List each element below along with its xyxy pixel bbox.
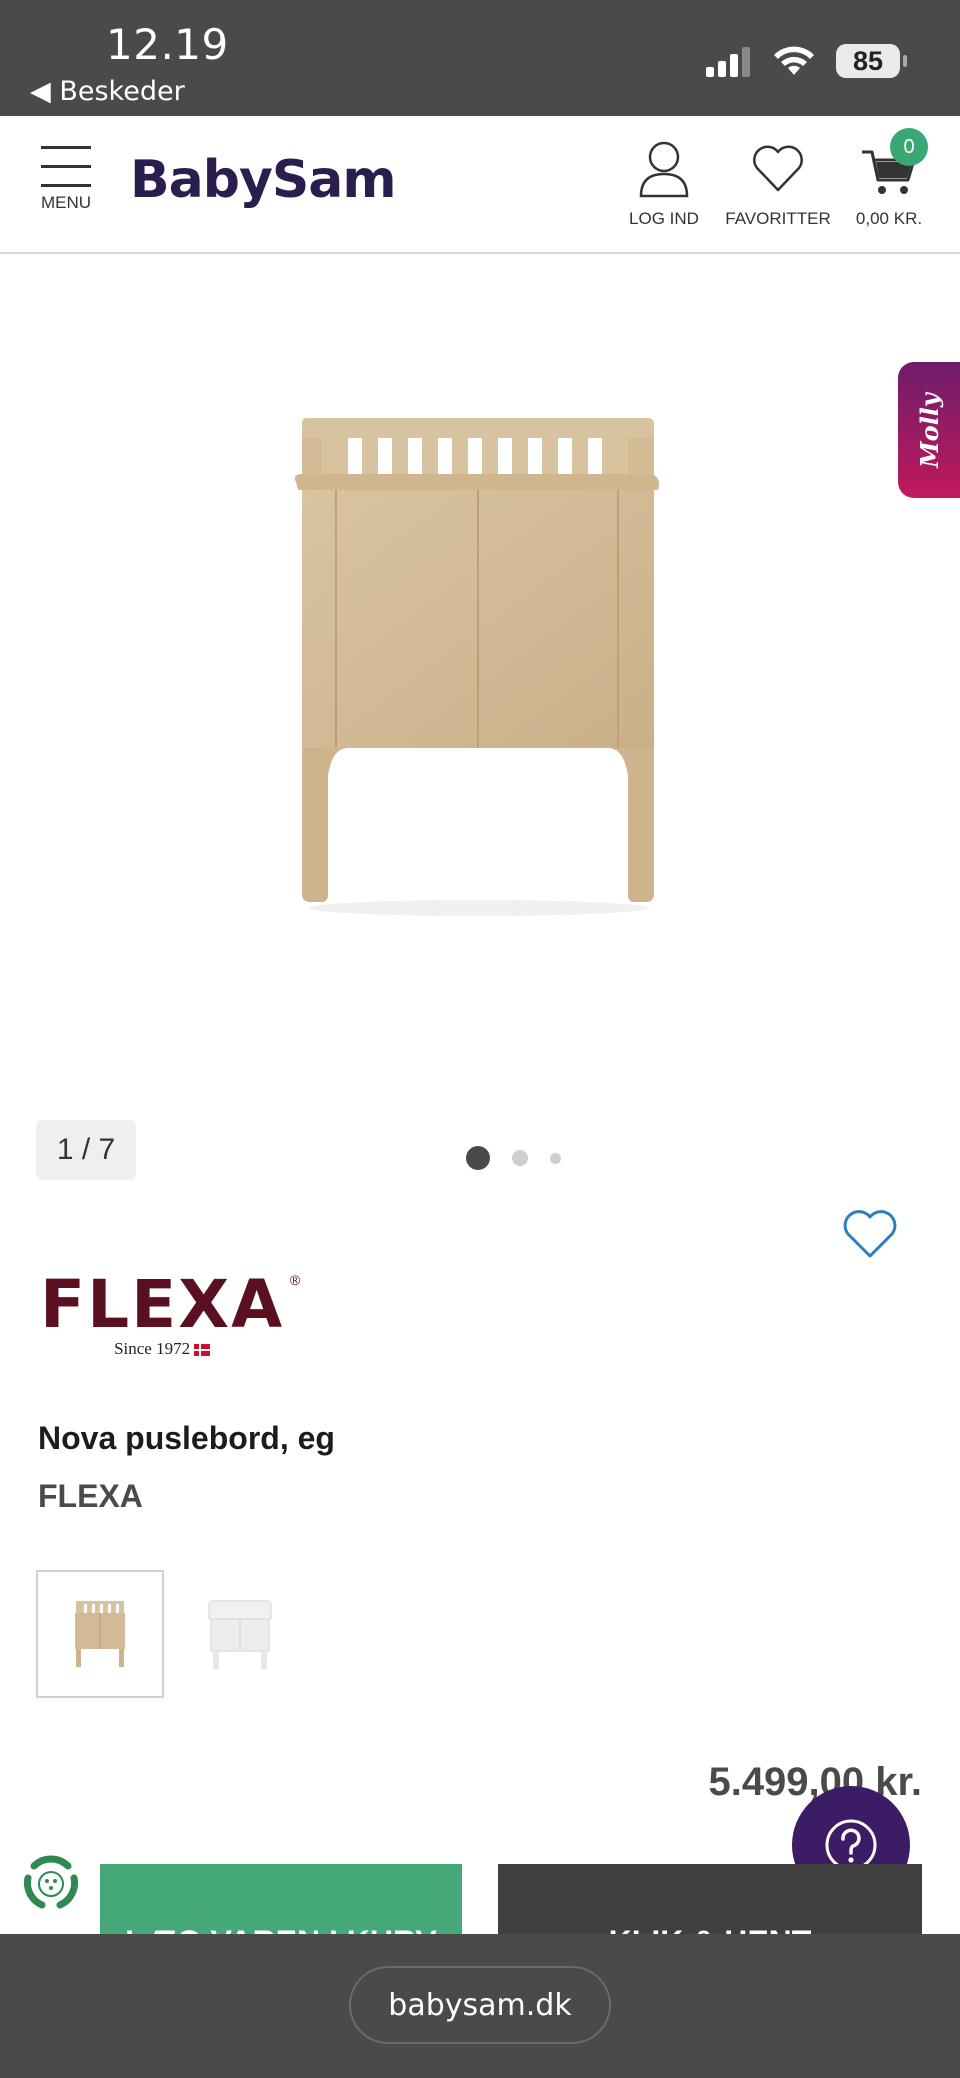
battery-icon: 85 (836, 44, 907, 78)
brand-logo[interactable]: FLEXA ® Since 1972 (40, 1266, 300, 1359)
gallery-dot-active[interactable] (466, 1146, 490, 1170)
cart-total: 0,00 KR. (855, 209, 923, 228)
babysam-logo[interactable]: BabySam (130, 150, 397, 210)
cart-button[interactable]: 0 0,00 KR. (852, 128, 928, 229)
gallery-dot[interactable] (550, 1152, 561, 1164)
gallery-dots[interactable] (466, 1146, 561, 1170)
login-button[interactable]: LOG IND (622, 140, 706, 229)
login-label: LOG IND (629, 209, 699, 228)
brand-logo-reg: ® (289, 1272, 301, 1288)
wifi-icon (774, 46, 814, 75)
danish-flag-icon (194, 1344, 211, 1357)
url-bar[interactable]: babysam.dk (349, 1966, 611, 2044)
brand-logo-word: FLEXA (40, 1266, 285, 1343)
cart-count-badge: 0 (890, 128, 928, 166)
browser-bottom-bar: babysam.dk (0, 1934, 960, 2078)
product-title: Nova puslebord, eg (38, 1420, 335, 1456)
menu-label: MENU (40, 193, 92, 212)
add-favorite-heart-icon[interactable] (842, 1208, 898, 1260)
oak-table-thumbnail-icon (75, 1601, 125, 1667)
favorites-label: FAVORITTER (725, 209, 831, 228)
recycle-badge-icon[interactable] (16, 1848, 86, 1918)
product-image[interactable] (288, 416, 668, 916)
status-bar: 12.19 ◀ Beskeder 85 (0, 0, 960, 116)
status-time: 12.19 (106, 20, 229, 69)
product-brand[interactable]: FLEXA (38, 1478, 143, 1515)
heart-icon (753, 145, 803, 192)
menu-button[interactable]: MENU (36, 146, 96, 213)
status-icons: 85 (706, 44, 907, 78)
user-icon (639, 141, 689, 198)
signal-icon (706, 47, 750, 77)
variant-thumbnail-oak[interactable] (36, 1570, 164, 1698)
favorites-button[interactable]: FAVORITTER (722, 140, 834, 229)
white-table-thumbnail-icon (208, 1600, 272, 1669)
molly-chat-tab[interactable]: Molly (898, 362, 960, 498)
image-counter: 1 / 7 (36, 1120, 136, 1180)
product-gallery[interactable]: Molly 1 / 7 (0, 256, 960, 1186)
variant-thumbnail-white[interactable] (176, 1570, 304, 1698)
back-to-messages[interactable]: ◀ Beskeder (30, 76, 185, 107)
site-header: MENU BabySam LOG IND FAVORITTER 0 0,00 K… (0, 116, 960, 254)
hamburger-icon (36, 146, 96, 187)
gallery-dot[interactable] (512, 1150, 528, 1166)
